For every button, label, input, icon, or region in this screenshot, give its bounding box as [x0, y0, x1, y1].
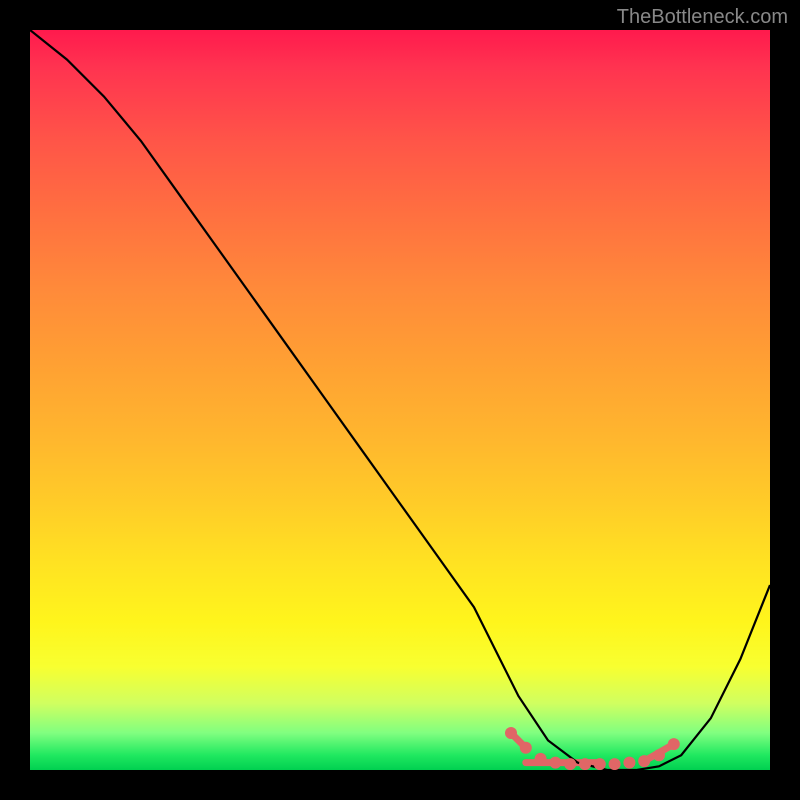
chart-svg	[30, 30, 770, 770]
chart-marker-dot	[579, 758, 591, 770]
chart-marker-dot	[535, 753, 547, 765]
chart-marker-dot	[653, 749, 665, 761]
chart-plot-area	[30, 30, 770, 770]
chart-marker-dot	[638, 755, 650, 767]
chart-marker-dot	[609, 758, 621, 770]
chart-marker-dot	[505, 727, 517, 739]
chart-marker-dot	[520, 742, 532, 754]
chart-marker-dot	[549, 757, 561, 769]
chart-main-curve	[30, 30, 770, 770]
chart-marker-dot	[594, 758, 606, 770]
chart-marker-dot	[623, 757, 635, 769]
chart-marker-dot	[564, 758, 576, 770]
watermark-text: TheBottleneck.com	[617, 6, 788, 29]
chart-marker-dot	[668, 738, 680, 750]
